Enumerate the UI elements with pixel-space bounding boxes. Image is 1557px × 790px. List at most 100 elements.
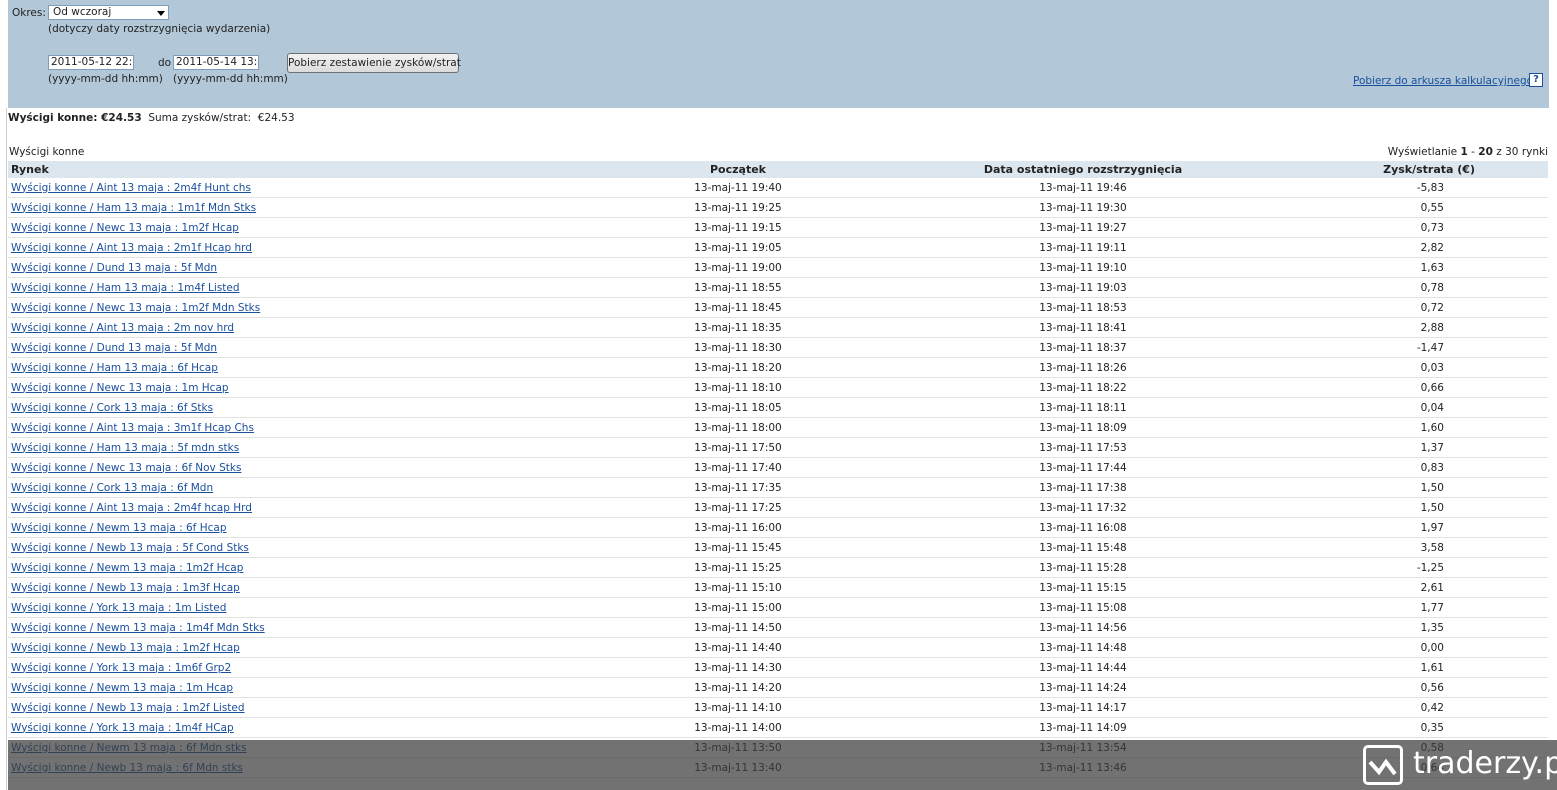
chart-zigzag-icon	[1363, 745, 1403, 785]
get-profit-loss-button[interactable]: Pobierz zestawienie zysków/strat	[287, 53, 461, 73]
settled-time: 13-maj-11 19:30	[908, 197, 1258, 218]
market-cell: Wyścigi konne / Cork 13 maja : 6f Stks	[8, 397, 568, 418]
profit-loss-value: 0,73	[1258, 217, 1548, 238]
table-row: Wyścigi konne / Newc 13 maja : 1m2f Hcap…	[8, 217, 1548, 238]
market-link[interactable]: Wyścigi konne / Newm 13 maja : 1m Hcap	[11, 682, 233, 694]
market-link[interactable]: Wyścigi konne / Cork 13 maja : 6f Mdn	[11, 482, 213, 494]
settled-time: 13-maj-11 14:24	[908, 677, 1258, 698]
market-link[interactable]: Wyścigi konne / York 13 maja : 1m6f Grp2	[11, 662, 231, 674]
pagination-suffix: z 30 rynki	[1496, 146, 1548, 158]
profit-loss-value: 1,35	[1258, 617, 1548, 638]
table-row: Wyścigi konne / Newb 13 maja : 1m2f List…	[8, 697, 1548, 718]
profit-loss-value: 0,55	[1258, 197, 1548, 218]
start-time: 13-maj-11 14:30	[568, 657, 908, 678]
market-link[interactable]: Wyścigi konne / Newb 13 maja : 5f Cond S…	[11, 542, 249, 554]
market-link[interactable]: Wyścigi konne / Ham 13 maja : 1m1f Mdn S…	[11, 202, 256, 214]
start-time: 13-maj-11 17:50	[568, 437, 908, 458]
column-header-market: Rynek	[8, 161, 568, 178]
market-link[interactable]: Wyścigi konne / Newm 13 maja : 6f Hcap	[11, 522, 226, 534]
market-cell: Wyścigi konne / Newb 13 maja : 5f Cond S…	[8, 537, 568, 558]
table-row: Wyścigi konne / Ham 13 maja : 5f mdn stk…	[8, 437, 1548, 458]
market-link[interactable]: Wyścigi konne / Aint 13 maja : 2m4f hcap…	[11, 502, 252, 514]
settled-time: 13-maj-11 18:37	[908, 337, 1258, 358]
market-link[interactable]: Wyścigi konne / Newb 13 maja : 1m2f List…	[11, 702, 245, 714]
market-link[interactable]: Wyścigi konne / Newm 13 maja : 1m4f Mdn …	[11, 622, 265, 634]
settled-time: 13-maj-11 14:17	[908, 697, 1258, 718]
market-link[interactable]: Wyścigi konne / Dund 13 maja : 5f Mdn	[11, 262, 217, 274]
market-link[interactable]: Wyścigi konne / York 13 maja : 1m Listed	[11, 602, 226, 614]
to-label: do	[158, 57, 172, 69]
profit-loss-value: -1,47	[1258, 337, 1548, 358]
start-time: 13-maj-11 14:10	[568, 697, 908, 718]
start-time: 13-maj-11 15:10	[568, 577, 908, 598]
profit-loss-value: 3,58	[1258, 537, 1548, 558]
market-link[interactable]: Wyścigi konne / Ham 13 maja : 1m4f Liste…	[11, 282, 240, 294]
market-cell: Wyścigi konne / Newm 13 maja : 1m2f Hcap	[8, 557, 568, 578]
settled-time: 13-maj-11 14:44	[908, 657, 1258, 678]
settled-time: 13-maj-11 15:48	[908, 537, 1258, 558]
start-time: 13-maj-11 17:35	[568, 477, 908, 498]
market-cell: Wyścigi konne / Aint 13 maja : 2m4f hcap…	[8, 497, 568, 518]
table-row: Wyścigi konne / Newc 13 maja : 1m Hcap 13…	[8, 377, 1548, 398]
settled-time: 13-maj-11 19:46	[908, 178, 1258, 198]
market-cell: Wyścigi konne / Aint 13 maja : 2m1f Hcap…	[8, 237, 568, 258]
start-time: 13-maj-11 18:30	[568, 337, 908, 358]
table-header-row: Rynek Początek Data ostatniego rozstrzyg…	[8, 161, 1548, 178]
market-cell: Wyścigi konne / Cork 13 maja : 6f Mdn	[8, 477, 568, 498]
market-link[interactable]: Wyścigi konne / Newm 13 maja : 1m2f Hcap	[11, 562, 243, 574]
help-icon[interactable]: ?	[1529, 73, 1543, 87]
market-link[interactable]: Wyścigi konne / Ham 13 maja : 6f Hcap	[11, 362, 218, 374]
market-link[interactable]: Wyścigi konne / Newb 13 maja : 1m3f Hcap	[11, 582, 240, 594]
profit-loss-value: 1,63	[1258, 257, 1548, 278]
market-link[interactable]: Wyścigi konne / Newc 13 maja : 6f Nov St…	[11, 462, 241, 474]
table-row: Wyścigi konne / Newc 13 maja : 1m2f Mdn …	[8, 297, 1548, 318]
profit-loss-value: 1,77	[1258, 597, 1548, 618]
table-row: Wyścigi konne / Aint 13 maja : 2m1f Hcap…	[8, 237, 1548, 258]
market-link[interactable]: Wyścigi konne / Newc 13 maja : 1m Hcap	[11, 382, 229, 394]
table-row: Wyścigi konne / Ham 13 maja : 1m4f Liste…	[8, 277, 1548, 298]
market-cell: Wyścigi konne / Aint 13 maja : 3m1f Hcap…	[8, 417, 568, 438]
download-spreadsheet-link[interactable]: Pobierz do arkusza kalkulacyjnego	[1353, 75, 1533, 87]
market-link[interactable]: Wyścigi konne / Newb 13 maja : 1m2f Hcap	[11, 642, 240, 654]
page-range-sep: -	[1471, 146, 1475, 158]
start-time: 13-maj-11 19:15	[568, 217, 908, 238]
market-link[interactable]: Wyścigi konne / York 13 maja : 1m4f HCap	[11, 722, 234, 734]
market-cell: Wyścigi konne / Newc 13 maja : 1m2f Hcap	[8, 217, 568, 238]
start-time: 13-maj-11 18:20	[568, 357, 908, 378]
settled-time: 13-maj-11 17:32	[908, 497, 1258, 518]
market-link[interactable]: Wyścigi konne / Newc 13 maja : 1m2f Hcap	[11, 222, 239, 234]
market-link[interactable]: Wyścigi konne / Cork 13 maja : 6f Stks	[11, 402, 213, 414]
table-row: Wyścigi konne / Aint 13 maja : 3m1f Hcap…	[8, 417, 1548, 438]
chevron-down-icon	[157, 11, 165, 16]
market-cell: Wyścigi konne / Newb 13 maja : 1m3f Hcap	[8, 577, 568, 598]
market-link[interactable]: Wyścigi konne / Aint 13 maja : 2m nov hr…	[11, 322, 234, 334]
period-select[interactable]: Od wczoraj	[48, 5, 169, 20]
profit-loss-value: 2,88	[1258, 317, 1548, 338]
settled-time: 13-maj-11 19:11	[908, 237, 1258, 258]
date-to-input[interactable]: 2011-05-14 13:4	[173, 55, 259, 70]
date-from-input[interactable]: 2011-05-12 22:0	[48, 55, 134, 70]
market-link[interactable]: Wyścigi konne / Aint 13 maja : 3m1f Hcap…	[11, 422, 254, 434]
settled-time: 13-maj-11 14:09	[908, 717, 1258, 738]
profit-loss-value: 1,97	[1258, 517, 1548, 538]
market-link[interactable]: Wyścigi konne / Dund 13 maja : 5f Mdn	[11, 342, 217, 354]
pagination-prefix: Wyświetlanie	[1387, 146, 1458, 158]
market-link[interactable]: Wyścigi konne / Ham 13 maja : 5f mdn stk…	[11, 442, 239, 454]
market-cell: Wyścigi konne / Dund 13 maja : 5f Mdn	[8, 337, 568, 358]
table-row: Wyścigi konne / Newm 13 maja : 1m2f Hcap…	[8, 557, 1548, 578]
profit-loss-value: 0,78	[1258, 277, 1548, 298]
profit-loss-value: 1,37	[1258, 437, 1548, 458]
date-to-format-hint: (yyyy-mm-dd hh:mm)	[173, 73, 288, 85]
market-link[interactable]: Wyścigi konne / Aint 13 maja : 2m4f Hunt…	[11, 182, 251, 194]
start-time: 13-maj-11 17:25	[568, 497, 908, 518]
table-row: Wyścigi konne / Newb 13 maja : 1m3f Hcap…	[8, 577, 1548, 598]
table-row: Wyścigi konne / Aint 13 maja : 2m nov hr…	[8, 317, 1548, 338]
market-link[interactable]: Wyścigi konne / Aint 13 maja : 2m1f Hcap…	[11, 242, 252, 254]
start-time: 13-maj-11 17:40	[568, 457, 908, 478]
table-row: Wyścigi konne / Cork 13 maja : 6f Mdn 13-…	[8, 477, 1548, 498]
profit-loss-value: 0,42	[1258, 697, 1548, 718]
market-link[interactable]: Wyścigi konne / Newc 13 maja : 1m2f Mdn …	[11, 302, 260, 314]
table-row: Wyścigi konne / Newb 13 maja : 1m2f Hcap…	[8, 637, 1548, 658]
profit-loss-value: 0,04	[1258, 397, 1548, 418]
start-time: 13-maj-11 19:00	[568, 257, 908, 278]
